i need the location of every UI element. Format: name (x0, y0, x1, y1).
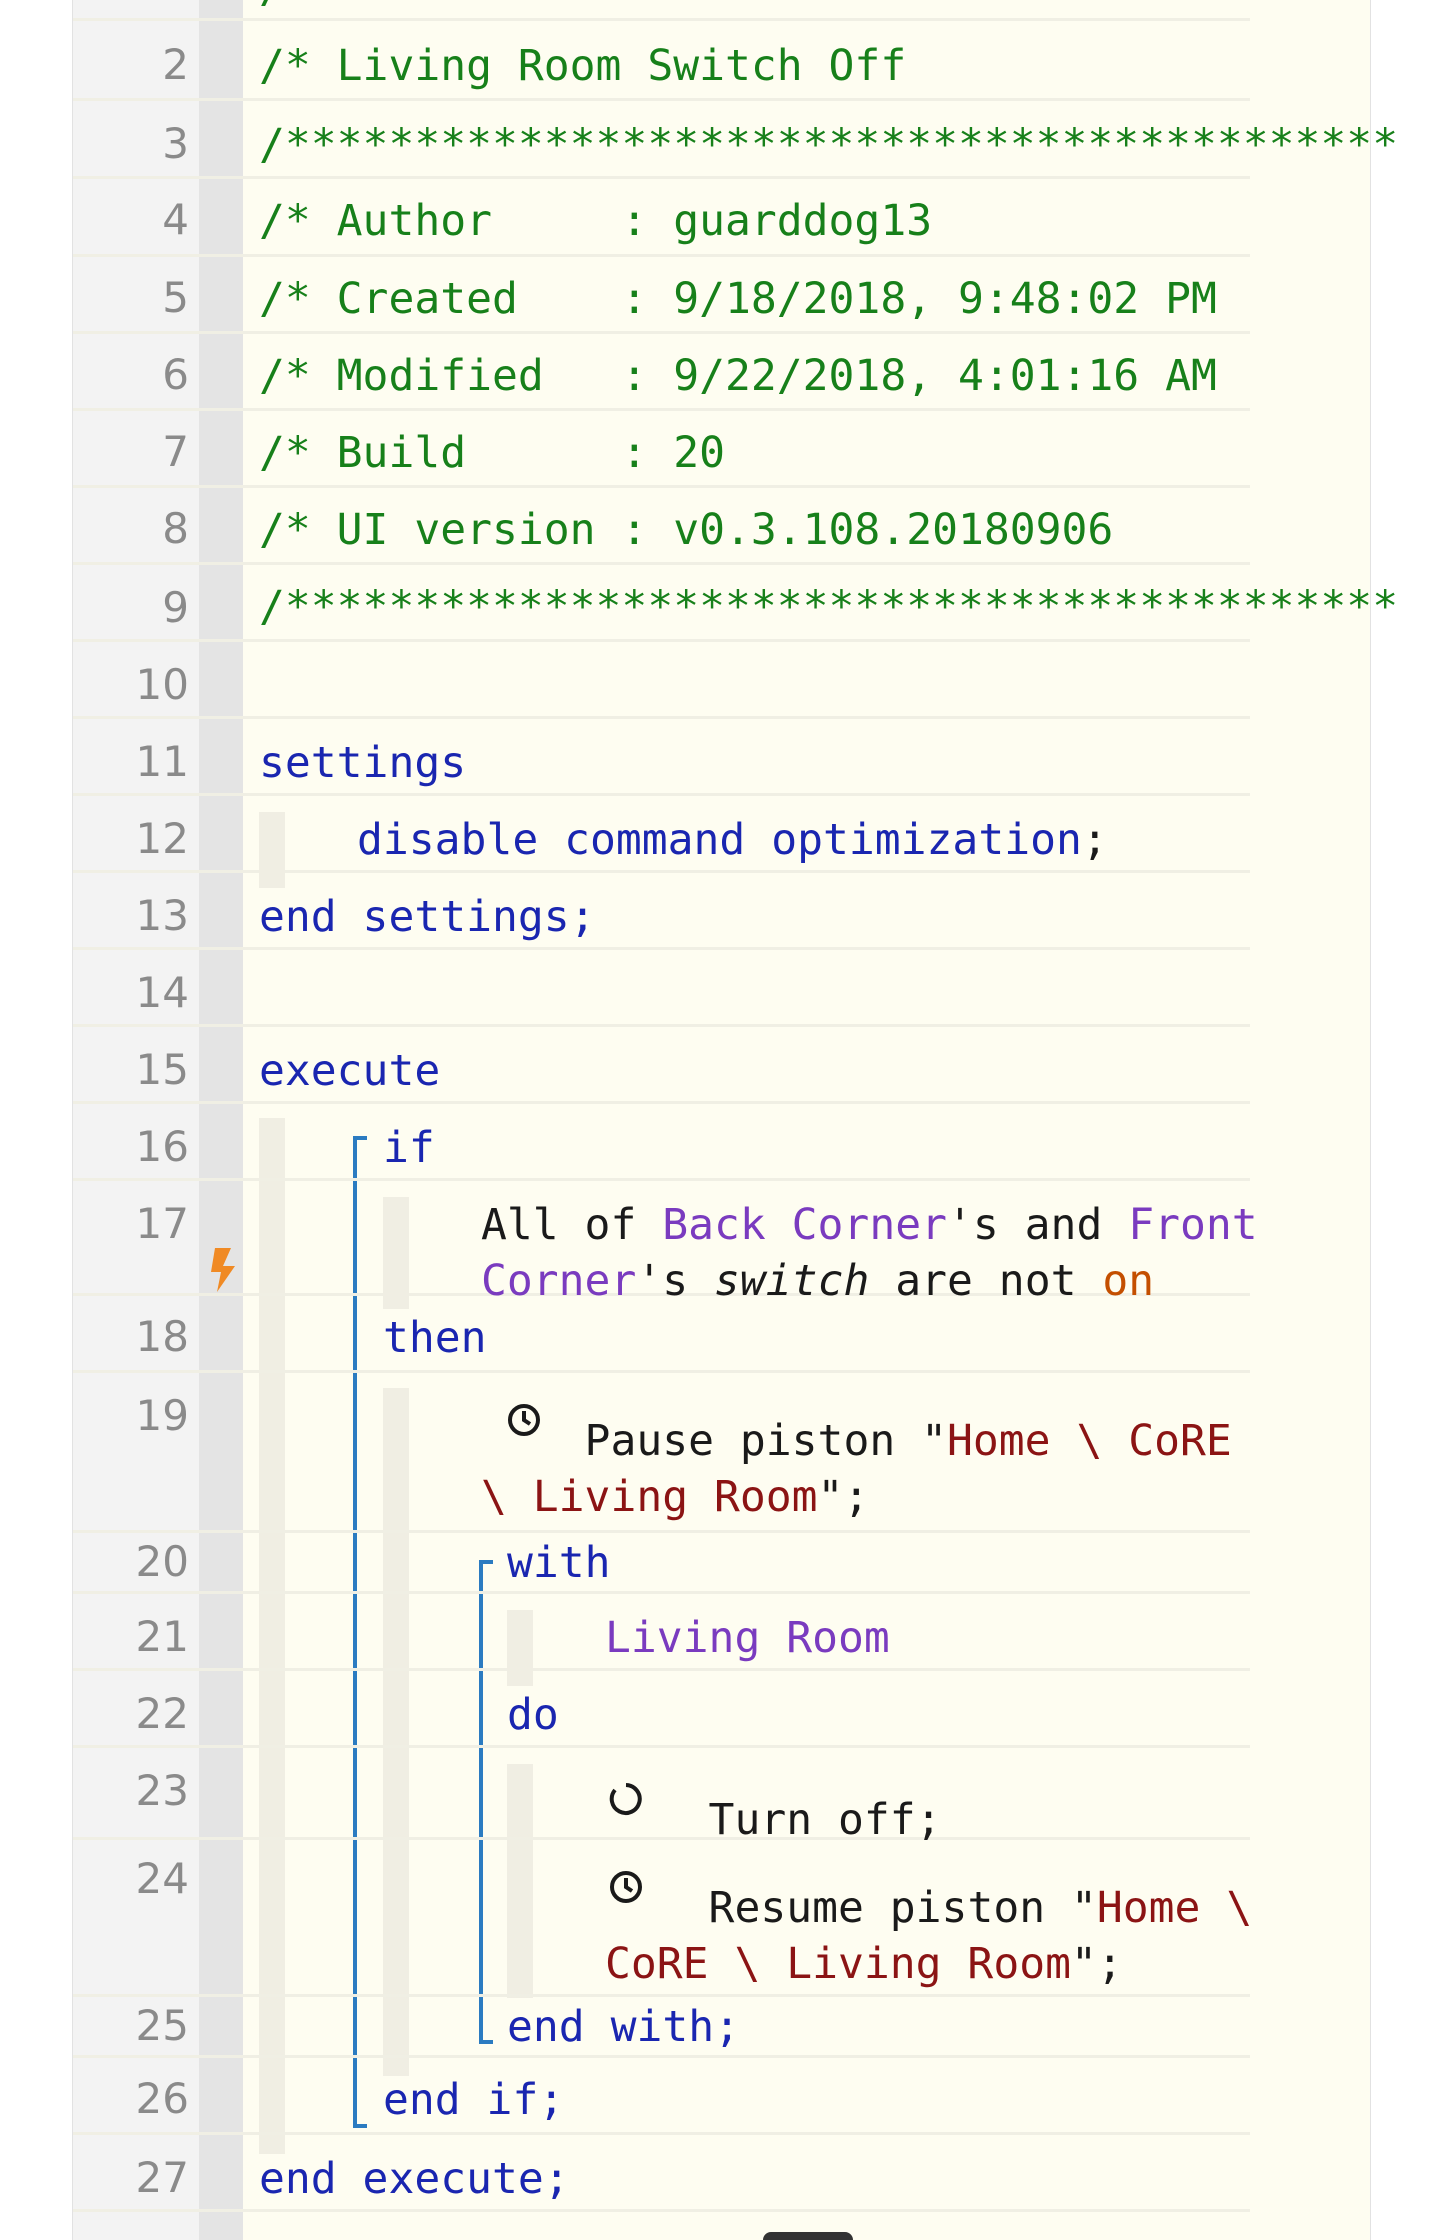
line-number: 6 (162, 350, 189, 399)
keyword-then: then (383, 1313, 487, 1363)
code-line: 3 /*************************************… (73, 101, 1398, 179)
code-text: / (259, 0, 285, 16)
line-number: 13 (135, 891, 189, 940)
code-line: 25 end with; (73, 1997, 1250, 2058)
line-number: 14 (135, 968, 189, 1017)
comment-author: /* Author : guarddog13 (259, 196, 933, 246)
keyword-end-if: end if; (383, 2075, 565, 2125)
line-number: 11 (135, 737, 189, 786)
keyword-execute: execute (259, 1046, 441, 1096)
line-number: 9 (162, 583, 189, 632)
keyword-end-execute: end execute; (259, 2154, 570, 2204)
code-line: 16 if (73, 1104, 1250, 1181)
code-line: 19 Pause piston "Home \ CoRE \ Living Ro… (73, 1373, 1250, 1533)
line-number: 2 (162, 40, 189, 89)
code-line: 10 (73, 642, 1250, 719)
line-number: 22 (135, 1689, 189, 1738)
comment-stars: /***************************************… (259, 582, 1399, 632)
lightning-bolt-icon (211, 1248, 235, 1292)
code-line: 22 do (73, 1671, 1250, 1748)
code-line: 18 then (73, 1296, 1250, 1373)
line-number: 26 (135, 2074, 189, 2123)
code-line: 15 execute (73, 1027, 1250, 1104)
line-number: 8 (162, 504, 189, 553)
code-line: 4 /* Author : guarddog13 (73, 179, 1250, 257)
code-line: 21 Living Room (73, 1594, 1250, 1686)
line-number: 18 (135, 1312, 189, 1361)
floating-button-edge[interactable] (763, 2232, 853, 2240)
piston-code-editor: 1 / 2 /* Living Room Switch Off 3 /*****… (72, 0, 1398, 2240)
pause-piston-statement[interactable]: Pause piston "Home \ CoRE \ Living Room"… (481, 1413, 1232, 1525)
setting-statement[interactable]: disable command optimization; (357, 812, 1108, 868)
line-number: 23 (135, 1766, 189, 1815)
line-number: 15 (135, 1045, 189, 1094)
condition-statement[interactable]: All of Back Corner's and Front Corner's … (481, 1197, 1258, 1309)
code-line: 14 (73, 950, 1250, 1027)
code-line: 20 with (73, 1533, 1250, 1594)
line-number: 10 (135, 660, 189, 709)
line-number: 3 (162, 119, 189, 168)
line-number: 21 (135, 1612, 189, 1661)
line-number: 5 (162, 273, 189, 322)
comment-modified: /* Modified : 9/22/2018, 4:01:16 AM (259, 351, 1217, 401)
code-line: 9 /*************************************… (73, 565, 1398, 642)
code-line: 23 Turn off; (73, 1748, 1250, 1845)
comment-ui-version: /* UI version : v0.3.108.20180906 (259, 505, 1114, 555)
code-line: 2 /* Living Room Switch Off (73, 18, 1250, 101)
line-number: 16 (135, 1122, 189, 1171)
line-number: 7 (162, 427, 189, 476)
line-number: 20 (135, 1537, 189, 1586)
code-line: 11 settings (73, 719, 1250, 796)
line-number: 17 (135, 1199, 189, 1248)
code-line: 17 All of Back Corner's and Front Corner… (73, 1181, 1258, 1309)
keyword-with[interactable]: with (507, 1535, 611, 1591)
condition-indent-guide (383, 1197, 409, 1309)
keyword-settings: settings (259, 738, 467, 788)
keyword-end-settings: end settings; (259, 892, 596, 942)
comment-created: /* Created : 9/18/2018, 9:48:02 PM (259, 274, 1217, 324)
device-living-room[interactable]: Living Room (605, 1610, 890, 1666)
comment-build: /* Build : 20 (259, 428, 725, 478)
comment-stars: /***************************************… (259, 120, 1399, 170)
code-line: 5 /* Created : 9/18/2018, 9:48:02 PM (73, 257, 1250, 334)
line-number: 25 (135, 2001, 189, 2050)
resume-piston-statement[interactable]: Resume piston "Home \ CoRE \ Living Room… (605, 1880, 1252, 1992)
line-number: 4 (162, 195, 189, 244)
code-line: 12 disable command optimization; (73, 796, 1250, 888)
code-line: 26 end if; (73, 2058, 1250, 2135)
line-number: 24 (135, 1854, 189, 1903)
code-line: 24 Resume piston "Home \ CoRE \ Living R… (73, 1840, 1252, 1997)
code-line: 7 /* Build : 20 (73, 411, 1250, 488)
code-line: 27 end execute; (73, 2135, 1250, 2212)
code-line: 8 /* UI version : v0.3.108.20180906 (73, 488, 1250, 565)
comment-title: /* Living Room Switch Off (259, 41, 907, 91)
code-line: 6 /* Modified : 9/22/2018, 4:01:16 AM (73, 334, 1250, 411)
keyword-if[interactable]: if (383, 1120, 435, 1176)
keyword-end-with: end with; (507, 2002, 741, 2052)
line-number: 12 (135, 814, 189, 863)
line-number: 19 (135, 1391, 189, 1440)
keyword-do: do (507, 1690, 559, 1740)
line-number: 1 (73, 0, 189, 9)
line-number: 27 (135, 2153, 189, 2202)
code-line: 13 end settings; (73, 873, 1250, 950)
